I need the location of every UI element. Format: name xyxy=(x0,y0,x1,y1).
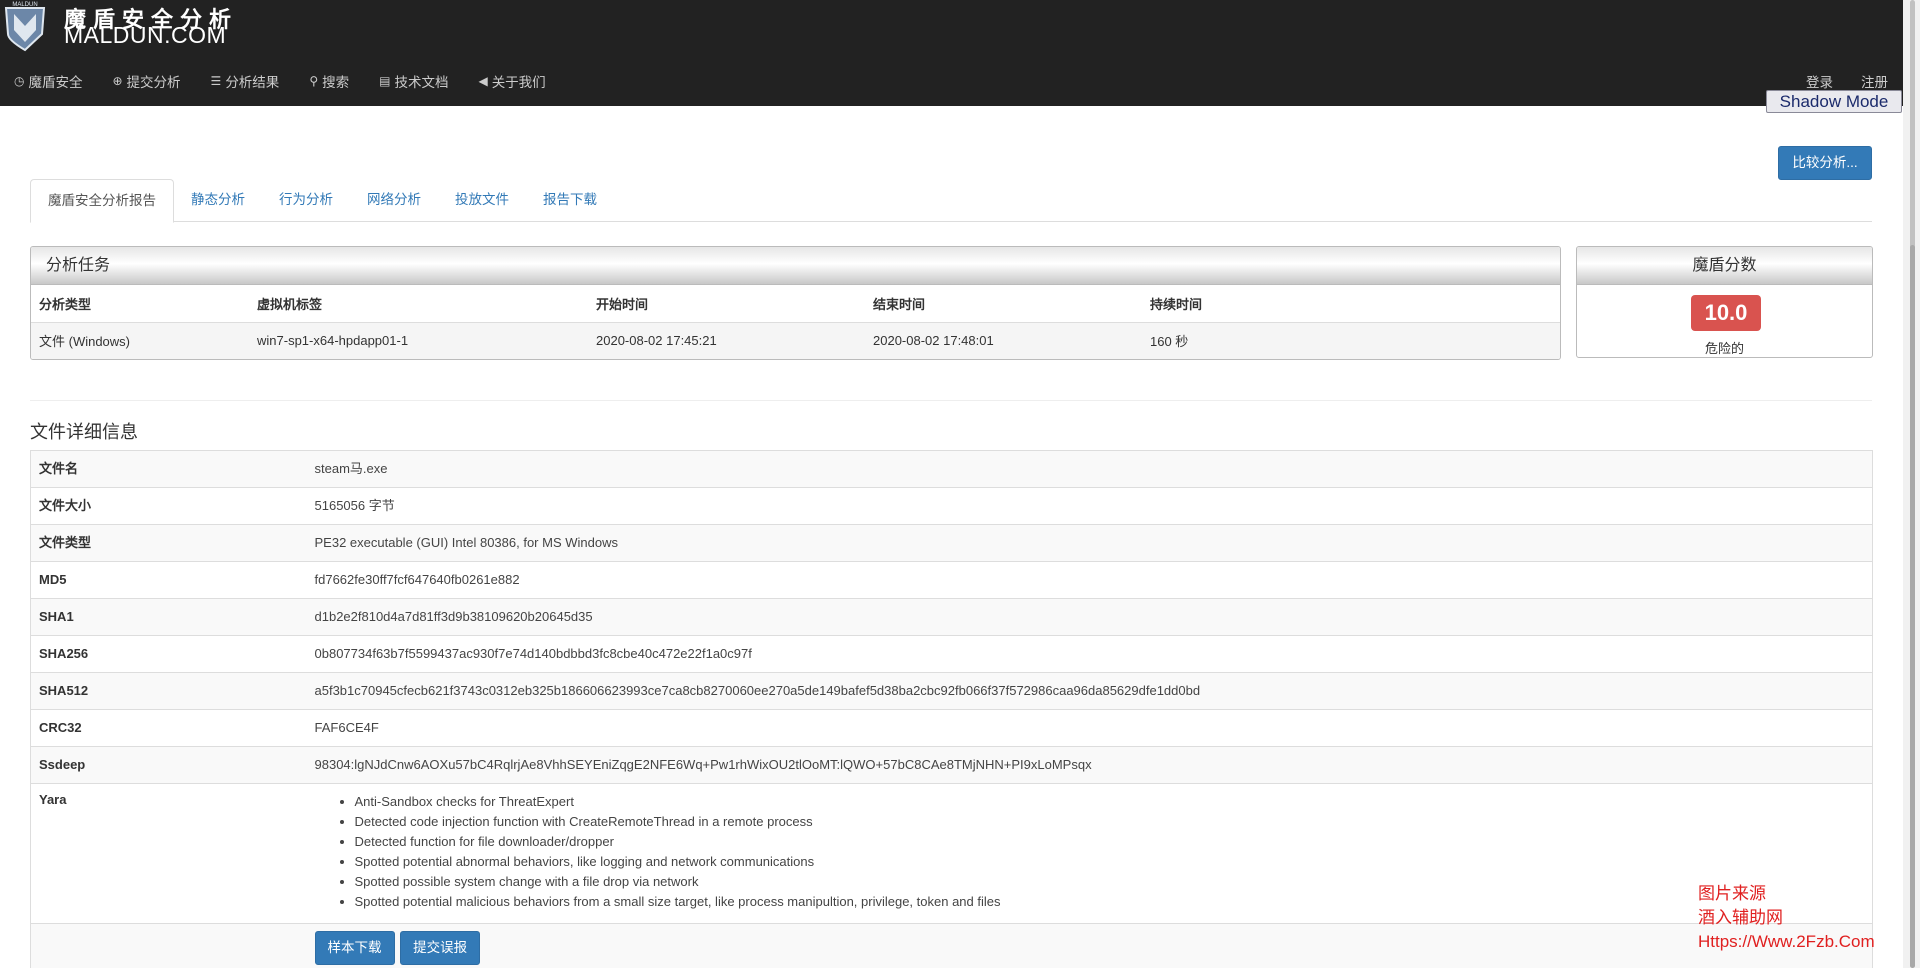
table-row: 文件类型 PE32 executable (GUI) Intel 80386, f… xyxy=(30,524,1873,562)
maldun-score-panel: 魔盾分数 10.0 危险的 xyxy=(1576,246,1873,358)
table-cell: 2020-08-02 17:48:01 xyxy=(865,322,1142,359)
field-label: SHA1 xyxy=(30,598,307,636)
report-tabs: 魔盾安全分析报告 静态分析 行为分析 网络分析 投放文件 报告下载 xyxy=(30,179,1872,223)
table-row: 文件名 steam马.exe xyxy=(30,450,1873,488)
main-nav: ◷ 魔盾安全 ⊕ 提交分析 ☰ 分析结果 ⚲ 搜索 ▤ 技术文档 ◀ 关于我们 xyxy=(14,71,576,91)
nav-item-docs[interactable]: ▤ 技术文档 xyxy=(379,71,448,91)
column-header: 开始时间 xyxy=(588,285,865,323)
list-item: Spotted possible system change with a fi… xyxy=(355,872,1865,892)
panel-title: 魔盾分数 xyxy=(1577,247,1872,285)
field-label: Yara xyxy=(30,783,307,924)
top-navbar: MALDUN 魔盾安全分析 MALDUN.COM ◷ 魔盾安全 ⊕ 提交分析 ☰ 分析… xyxy=(0,0,1920,106)
analysis-task-panel: 分析任务 分析类型 虚拟机标签 开始时间 结束时间 持续时间 文件 (Windo… xyxy=(30,246,1561,360)
tab-report[interactable]: 魔盾安全分析报告 xyxy=(30,179,174,223)
field-label: SHA256 xyxy=(30,635,307,673)
tab-behavior[interactable]: 行为分析 xyxy=(262,179,350,222)
nav-item-about[interactable]: ◀ 关于我们 xyxy=(478,71,545,91)
field-label: 文件类型 xyxy=(30,524,307,562)
watermark-line: Https://Www.2Fzb.Com xyxy=(1698,932,1875,951)
list-item: Detected function for file downloader/dr… xyxy=(355,832,1865,852)
field-value: FAF6CE4F xyxy=(306,709,1873,747)
table-row: 文件 (Windows) win7-sp1-x64-hpdapp01-1 202… xyxy=(31,322,1560,359)
table-header-row: 分析类型 虚拟机标签 开始时间 结束时间 持续时间 xyxy=(31,285,1560,323)
list-icon: ☰ xyxy=(210,74,222,88)
tab-dropped[interactable]: 投放文件 xyxy=(438,179,526,222)
table-row: CRC32 FAF6CE4F xyxy=(30,709,1873,747)
compare-analysis-button[interactable]: 比较分析... xyxy=(1778,146,1872,180)
table-row: Ssdeep 98304:lgNJdCnw6AOXu57bC4RqlrjAe8Vh… xyxy=(30,746,1873,784)
dashboard-icon: ◷ xyxy=(14,74,25,88)
watermark-line: 酒入辅助网 xyxy=(1698,908,1783,927)
table-row: SHA512 a5f3b1c70945cfecb621f3743c0312eb32… xyxy=(30,672,1873,710)
upload-icon: ⊕ xyxy=(112,74,123,88)
panel-title: 分析任务 xyxy=(31,247,1560,285)
column-header: 持续时间 xyxy=(1142,285,1560,323)
field-value: 98304:lgNJdCnw6AOXu57bC4RqlrjAe8VhhSEYEn… xyxy=(306,746,1873,784)
actions-row: 样本下载 提交误报 xyxy=(30,923,1873,968)
tab-download[interactable]: 报告下载 xyxy=(526,179,614,222)
account-nav: 登录 注册 xyxy=(1778,71,1888,91)
file-details-title: 文件详细信息 xyxy=(30,422,138,442)
column-header: 结束时间 xyxy=(865,285,1142,323)
register-link[interactable]: 注册 xyxy=(1861,71,1888,91)
scrollbar-thumb[interactable] xyxy=(1910,245,1915,968)
field-value: 5165056 字节 xyxy=(306,487,1873,525)
list-item: Anti-Sandbox checks for ThreatExpert xyxy=(355,792,1865,812)
document-icon: ▤ xyxy=(379,74,391,88)
field-label: 文件名 xyxy=(30,450,307,488)
field-value: 0b807734f63b7f5599437ac930f7e74d140bdbbd… xyxy=(306,635,1873,673)
report-false-positive-button[interactable]: 提交误报 xyxy=(400,931,481,965)
table-cell: 文件 (Windows) xyxy=(31,322,249,359)
score-label: 危险的 xyxy=(1704,341,1744,356)
field-label: SHA512 xyxy=(30,672,307,710)
maldun-shield-logo[interactable]: MALDUN xyxy=(2,0,48,52)
file-details-table: 文件名 steam马.exe 文件大小 5165056 字节 文件类型 PE32 ex… xyxy=(30,450,1873,968)
list-item: Spotted potential malicious behaviors fr… xyxy=(355,892,1865,912)
bullhorn-icon: ◀ xyxy=(478,74,488,88)
list-item: Detected code injection function with Cr… xyxy=(355,812,1865,832)
nav-item-search[interactable]: ⚲ 搜索 xyxy=(309,71,349,91)
field-value: steam马.exe xyxy=(306,450,1873,488)
table-cell: win7-sp1-x64-hpdapp01-1 xyxy=(249,322,588,359)
field-label: CRC32 xyxy=(30,709,307,747)
search-icon: ⚲ xyxy=(309,74,319,88)
nav-item-submit[interactable]: ⊕ 提交分析 xyxy=(112,71,180,91)
shadow-mode-button[interactable]: Shadow Mode xyxy=(1766,90,1902,113)
nav-item-home[interactable]: ◷ 魔盾安全 xyxy=(14,71,82,91)
column-header: 分析类型 xyxy=(31,285,249,323)
table-row: SHA256 0b807734f63b7f5599437ac930f7e74d14… xyxy=(30,635,1873,673)
logo-text: MALDUN xyxy=(12,2,37,8)
table-row: 文件大小 5165056 字节 xyxy=(30,487,1873,525)
download-sample-button[interactable]: 样本下载 xyxy=(314,931,395,965)
login-link[interactable]: 登录 xyxy=(1806,71,1833,91)
field-value: PE32 executable (GUI) Intel 80386, for M… xyxy=(306,524,1873,562)
watermark-line: 图片来源 xyxy=(1698,884,1766,903)
field-value: a5f3b1c70945cfecb621f3743c0312eb325b1866… xyxy=(306,672,1873,710)
score-badge: 10.0 xyxy=(1691,295,1761,331)
field-label: Ssdeep xyxy=(30,746,307,784)
nav-item-results[interactable]: ☰ 分析结果 xyxy=(211,71,280,91)
field-value: d1b2e2f810d4a7d81ff3d9b38109620b20645d35 xyxy=(306,598,1873,636)
yara-row: Yara Anti-Sandbox checks for ThreatExper… xyxy=(30,783,1873,924)
table-row: SHA1 d1b2e2f810d4a7d81ff3d9b38109620b2064… xyxy=(30,598,1873,636)
table-cell: 160 秒 xyxy=(1142,322,1560,359)
tab-network[interactable]: 网络分析 xyxy=(350,179,438,222)
brand-name-en[interactable]: MALDUN.COM xyxy=(64,22,226,49)
field-value: fd7662fe30ff7fcf647640fb0261e882 xyxy=(306,561,1873,599)
table-row: MD5 fd7662fe30ff7fcf647640fb0261e882 xyxy=(30,561,1873,599)
field-label: MD5 xyxy=(30,561,307,599)
image-source-watermark: 图片来源 酒入辅助网 Https://Www.2Fzb.Com xyxy=(1698,882,1875,954)
task-table: 分析类型 虚拟机标签 开始时间 结束时间 持续时间 文件 (Windows) w… xyxy=(31,285,1560,359)
tab-static[interactable]: 静态分析 xyxy=(174,179,262,222)
divider xyxy=(30,400,1872,401)
field-label: 文件大小 xyxy=(30,487,307,525)
yara-rule-list: Anti-Sandbox checks for ThreatExpert Det… xyxy=(315,792,1865,912)
table-cell: 2020-08-02 17:45:21 xyxy=(588,322,865,359)
column-header: 虚拟机标签 xyxy=(249,285,588,323)
list-item: Spotted potential abnormal behaviors, li… xyxy=(355,852,1865,872)
